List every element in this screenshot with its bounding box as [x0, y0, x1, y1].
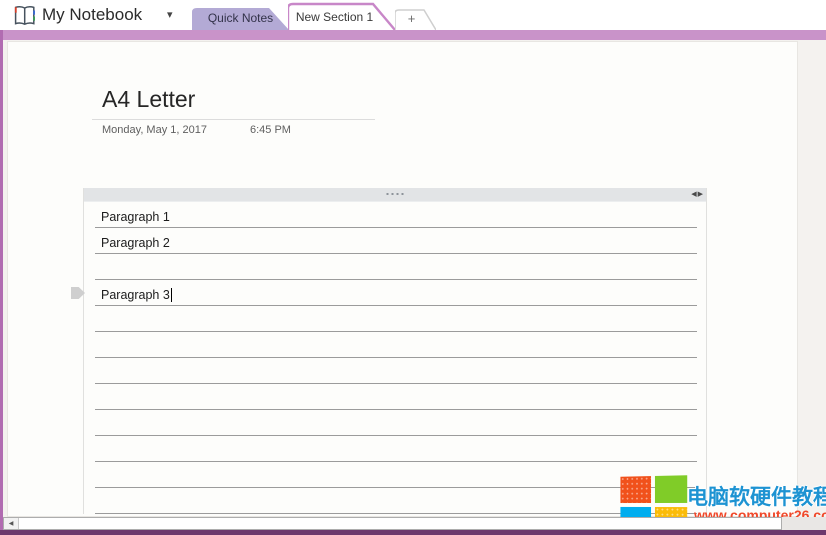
- page-date: Monday, May 1, 2017: [102, 124, 207, 136]
- note-container: ◀▶ Paragraph 1 Paragraph 2 Paragraph 3: [83, 188, 707, 514]
- notebook-header-bar: My Notebook ▾ Quick Notes New Section 1 …: [0, 0, 826, 30]
- tab-quick-notes[interactable]: Quick Notes: [192, 6, 289, 30]
- logo-quadrant-red: [620, 476, 651, 503]
- resize-arrows-icon[interactable]: ◀▶: [691, 190, 704, 198]
- tab-new-section-1[interactable]: New Section 1: [288, 2, 395, 30]
- ruled-line-row[interactable]: [95, 436, 697, 462]
- scrollbar-corner: [782, 517, 826, 530]
- chevron-down-icon[interactable]: ▾: [167, 8, 173, 21]
- note-container-drag-bar[interactable]: ◀▶: [84, 188, 706, 202]
- ruled-line-row[interactable]: [95, 306, 697, 332]
- paragraph-text: Paragraph 1: [101, 210, 170, 224]
- ruled-line-row[interactable]: [95, 332, 697, 358]
- paragraph-text: Paragraph 3: [101, 288, 170, 302]
- tab-label: New Section 1: [288, 10, 395, 24]
- horizontal-scrollbar[interactable]: ◀: [3, 517, 782, 530]
- paragraph-text: Paragraph 2: [101, 236, 170, 250]
- plus-icon: +: [395, 11, 436, 26]
- page-time: 6:45 PM: [250, 124, 291, 136]
- ruled-line-row[interactable]: [95, 384, 697, 410]
- paragraph-row[interactable]: Paragraph 2: [95, 228, 697, 254]
- paragraph-row[interactable]: [95, 254, 697, 280]
- notebook-icon: [11, 4, 39, 28]
- drag-handle-icon: [387, 193, 404, 195]
- text-cursor: [171, 288, 172, 302]
- tab-label: Quick Notes: [192, 11, 289, 25]
- page-title[interactable]: A4 Letter: [102, 86, 195, 113]
- section-accent-band: [0, 30, 826, 40]
- notebook-name-button[interactable]: My Notebook: [42, 5, 142, 25]
- ruled-line-row[interactable]: [95, 410, 697, 436]
- add-section-tab[interactable]: +: [395, 8, 436, 30]
- ruled-line-row[interactable]: [95, 358, 697, 384]
- window-border-bottom: [0, 530, 826, 535]
- scroll-left-button[interactable]: ◀: [4, 518, 19, 529]
- title-underline: [92, 119, 375, 120]
- scroll-left-icon: ◀: [9, 520, 14, 527]
- paragraph-row[interactable]: Paragraph 1: [95, 202, 697, 228]
- ruled-line-row[interactable]: [95, 488, 697, 514]
- window-border-left: [0, 30, 3, 535]
- logo-quadrant-green: [655, 475, 687, 502]
- paragraph-row[interactable]: Paragraph 3: [95, 280, 697, 306]
- ruled-line-row[interactable]: [95, 462, 697, 488]
